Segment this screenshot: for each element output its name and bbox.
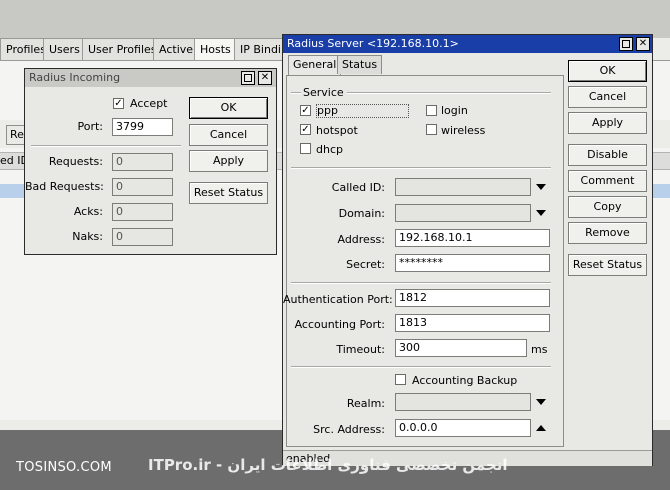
table-row-selected[interactable]: [0, 184, 25, 198]
radius-incoming-titlebar[interactable]: Radius Incoming: [25, 69, 276, 87]
domain-field[interactable]: [395, 204, 531, 222]
acks-label: Acks:: [73, 205, 103, 218]
src-address-label: Src. Address:: [313, 423, 385, 436]
ppp-label: ppp: [316, 104, 409, 118]
tab-user-profiles[interactable]: User Profiles: [82, 38, 163, 60]
tab-status[interactable]: Status: [337, 55, 383, 74]
reset-status-button[interactable]: Reset Status: [189, 182, 268, 204]
chevron-down-icon[interactable]: [536, 210, 546, 216]
accept-checkbox[interactable]: ✓: [113, 98, 124, 109]
bad-requests-label: Bad Requests:: [25, 180, 104, 193]
acks-value: 0: [112, 203, 173, 221]
close-icon[interactable]: ✕: [258, 71, 272, 85]
timeout-unit: ms: [531, 343, 548, 356]
naks-label: Naks:: [72, 230, 103, 243]
divider: [347, 92, 551, 94]
tab-hosts[interactable]: Hosts: [194, 38, 237, 61]
hotspot-checkbox[interactable]: ✓: [300, 124, 311, 135]
acct-port-label: Accounting Port:: [294, 318, 385, 331]
bad-requests-value: 0: [112, 178, 173, 196]
window-title: Radius Incoming: [29, 71, 121, 84]
tab-general[interactable]: General: [288, 55, 342, 75]
accounting-backup-label: Accounting Backup: [412, 374, 518, 387]
address-label: Address:: [337, 233, 385, 246]
tab-users[interactable]: Users: [43, 38, 86, 60]
port-label: Port:: [77, 120, 103, 133]
reset-status-button[interactable]: Reset Status: [568, 254, 647, 276]
chevron-up-icon[interactable]: [536, 425, 546, 431]
window-title: Radius Server <192.168.10.1>: [287, 37, 459, 50]
radius-incoming-window: Radius Incoming ✕ ✓ Accept Port: 3799 Re…: [24, 68, 277, 255]
cancel-button[interactable]: Cancel: [189, 124, 268, 146]
timeout-label: Timeout:: [336, 343, 385, 356]
apply-button[interactable]: Apply: [189, 150, 268, 172]
table-row-selected-right[interactable]: [652, 184, 670, 198]
divider: [291, 366, 551, 368]
divider: [291, 92, 301, 94]
address-field[interactable]: 192.168.10.1: [395, 229, 550, 247]
divider: [31, 145, 181, 147]
called-id-field[interactable]: [395, 178, 531, 196]
ok-button[interactable]: OK: [189, 97, 268, 119]
radius-server-window: Radius Server <192.168.10.1> ✕ General S…: [282, 34, 653, 466]
comment-button[interactable]: Comment: [568, 170, 647, 192]
dhcp-label: dhcp: [316, 143, 343, 156]
tab-active[interactable]: Active: [153, 38, 200, 60]
disable-button[interactable]: Disable: [568, 144, 647, 166]
domain-label: Domain:: [338, 207, 385, 220]
login-checkbox[interactable]: [426, 105, 437, 116]
port-field[interactable]: 3799: [112, 118, 173, 136]
acct-port-field[interactable]: 1813: [395, 314, 550, 332]
maximize-icon[interactable]: [241, 71, 255, 85]
secret-field[interactable]: ********: [395, 254, 550, 272]
close-icon[interactable]: ✕: [636, 37, 650, 51]
naks-value: 0: [112, 228, 173, 246]
src-address-field[interactable]: 0.0.0.0: [395, 419, 531, 437]
accept-label: Accept: [130, 97, 168, 110]
timeout-field[interactable]: 300: [395, 339, 527, 357]
auth-port-label: Authentication Port:: [283, 293, 393, 306]
watermark-left: TOSINSO.COM: [16, 460, 112, 475]
chevron-down-icon[interactable]: [536, 184, 546, 190]
background-window-header: [0, 0, 670, 38]
ppp-checkbox[interactable]: ✓: [300, 105, 311, 116]
maximize-icon[interactable]: [619, 37, 633, 51]
remove-button[interactable]: Remove: [568, 222, 647, 244]
cancel-button[interactable]: Cancel: [568, 86, 647, 108]
apply-button[interactable]: Apply: [568, 112, 647, 134]
divider: [291, 282, 551, 284]
accounting-backup-checkbox[interactable]: [395, 374, 406, 385]
dhcp-checkbox[interactable]: [300, 143, 311, 154]
radius-server-titlebar[interactable]: Radius Server <192.168.10.1>: [283, 35, 652, 53]
realm-label: Realm:: [346, 397, 385, 410]
wireless-checkbox[interactable]: [426, 124, 437, 135]
secret-label: Secret:: [346, 258, 385, 271]
chevron-down-icon[interactable]: [536, 399, 546, 405]
called-id-label: Called ID:: [331, 181, 385, 194]
requests-label: Requests:: [48, 155, 103, 168]
divider: [291, 167, 551, 169]
hotspot-label: hotspot: [316, 124, 358, 137]
wireless-label: wireless: [441, 124, 486, 137]
requests-value: 0: [112, 153, 173, 171]
realm-field[interactable]: [395, 393, 531, 411]
login-label: login: [441, 104, 468, 117]
copy-button[interactable]: Copy: [568, 196, 647, 218]
watermark-right: ITPro.ir - انجمن تخصصی فناوری اطلاعات ای…: [148, 456, 508, 474]
service-group-label: Service: [303, 86, 344, 99]
auth-port-field[interactable]: 1812: [395, 289, 550, 307]
ok-button[interactable]: OK: [568, 60, 647, 82]
